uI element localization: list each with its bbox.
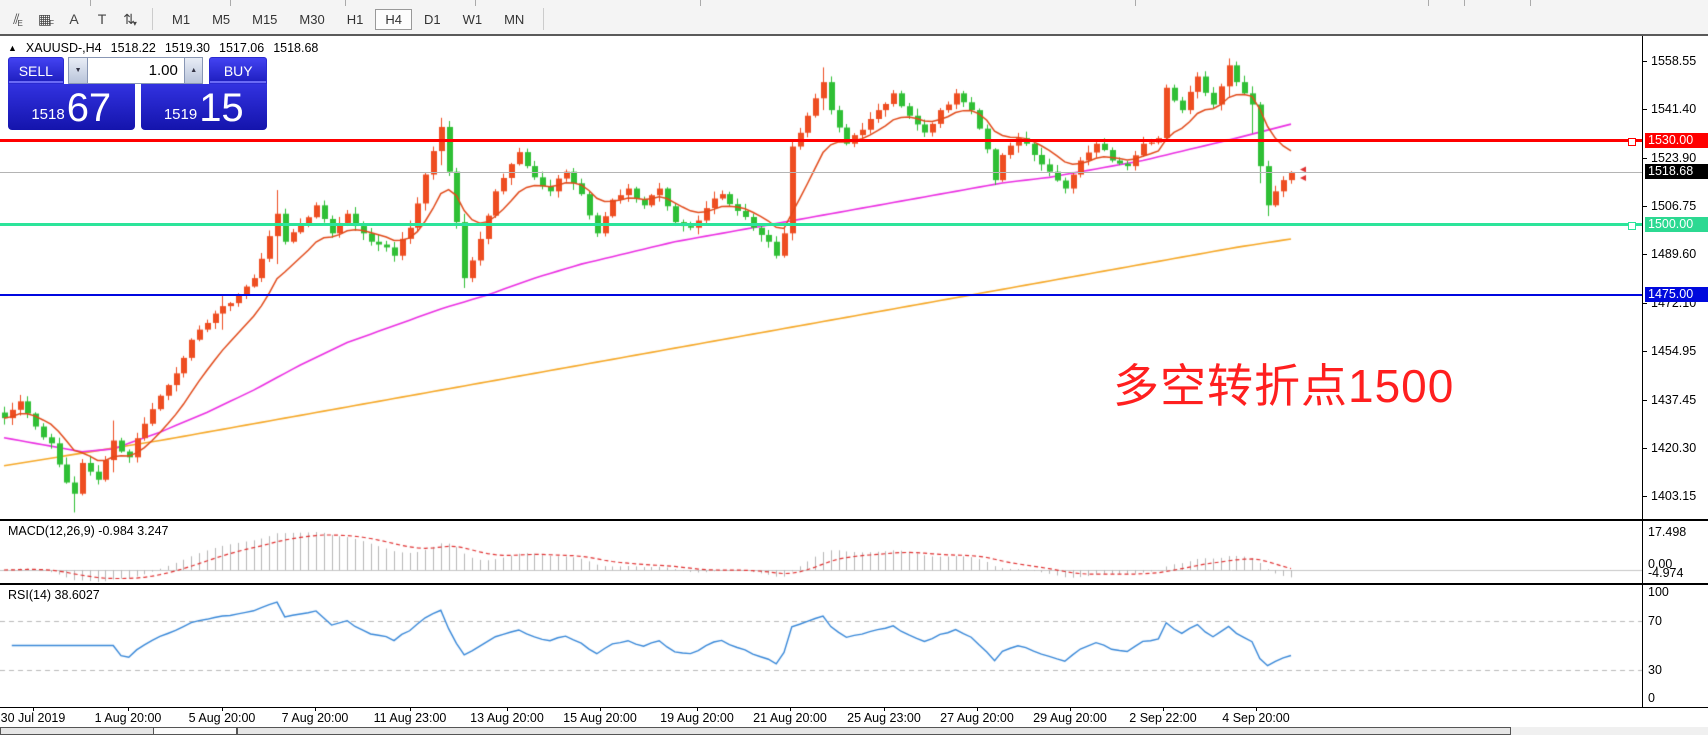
date-label: 21 Aug 20:00 bbox=[753, 711, 827, 725]
price-axis-label: 1437.45 bbox=[1651, 393, 1696, 407]
drawing-tools-group: ⫽E▦FAT⇅▾ bbox=[4, 8, 144, 30]
indicator-axis-label: -4.974 bbox=[1648, 566, 1683, 580]
rsi-label: RSI(14) 38.6027 bbox=[8, 588, 100, 602]
pivot-line-1500[interactable] bbox=[0, 223, 1642, 226]
window-top-tick bbox=[1428, 0, 1429, 6]
indicator-axis-label: 70 bbox=[1648, 614, 1662, 628]
indicator-axis-label: 0 bbox=[1648, 691, 1655, 705]
price-axis-label: 1541.40 bbox=[1651, 102, 1696, 116]
date-label: 27 Aug 20:00 bbox=[940, 711, 1014, 725]
price-axis-tick bbox=[1643, 351, 1647, 352]
arrows-tool-dropdown-icon[interactable]: ⇅▾ bbox=[116, 8, 144, 30]
timeframe-button-d1[interactable]: D1 bbox=[414, 9, 451, 30]
date-label: 30 Jul 2019 bbox=[1, 711, 66, 725]
timeframe-buttons-group: M1M5M15M30H1H4D1W1MN bbox=[161, 9, 535, 30]
macd-indicator-canvas[interactable] bbox=[0, 521, 1642, 583]
price-axis-tick bbox=[1643, 254, 1647, 255]
date-label: 11 Aug 23:00 bbox=[374, 711, 447, 725]
scrollbar-segment[interactable] bbox=[0, 727, 154, 735]
price-axis-tick bbox=[1643, 158, 1647, 159]
timeframe-button-w1[interactable]: W1 bbox=[453, 9, 493, 30]
textbox-tool-icon[interactable]: T bbox=[88, 8, 116, 30]
window-top-tick bbox=[1530, 0, 1531, 6]
price-level-badge: 1500.00 bbox=[1645, 217, 1708, 232]
macd-label: MACD(12,26,9) -0.984 3.247 bbox=[8, 524, 169, 538]
price-level-badge: 1530.00 bbox=[1645, 133, 1708, 148]
bottom-scrollbar[interactable] bbox=[0, 727, 1708, 735]
elliott-wave-tool-icon[interactable]: ⫽E bbox=[4, 8, 32, 30]
toolbar-separator bbox=[543, 8, 544, 30]
price-axis-tick bbox=[1643, 448, 1647, 449]
toolbar: ⫽E▦FAT⇅▾ M1M5M15M30H1H4D1W1MN bbox=[0, 0, 1708, 34]
date-label: 5 Aug 20:00 bbox=[189, 711, 256, 725]
date-label: 15 Aug 20:00 bbox=[563, 711, 637, 725]
price-axis-label: 1489.60 bbox=[1651, 247, 1696, 261]
price-axis-tick bbox=[1643, 303, 1647, 304]
price-axis-label: 1506.75 bbox=[1651, 199, 1696, 213]
price-level-badge: 1518.68 bbox=[1645, 164, 1708, 179]
current-price-line[interactable] bbox=[0, 172, 1642, 173]
price-axis-tick bbox=[1643, 496, 1647, 497]
date-label: 7 Aug 20:00 bbox=[282, 711, 349, 725]
text-label-tool-icon[interactable]: A bbox=[60, 8, 88, 30]
window-top-tick bbox=[230, 0, 231, 6]
price-axis-label: 1454.95 bbox=[1651, 344, 1696, 358]
date-label: 13 Aug 20:00 bbox=[470, 711, 544, 725]
timeframe-button-m30[interactable]: M30 bbox=[289, 9, 334, 30]
date-label: 19 Aug 20:00 bbox=[660, 711, 734, 725]
pane-separator[interactable] bbox=[0, 583, 1708, 585]
window-top-tick bbox=[1135, 0, 1136, 6]
indicator-axis-label: 100 bbox=[1648, 585, 1669, 599]
price-level-badge: 1475.00 bbox=[1645, 287, 1708, 302]
date-label: 1 Aug 20:00 bbox=[95, 711, 162, 725]
price-axis-tick bbox=[1643, 109, 1647, 110]
chart-text-annotation[interactable]: 多空转折点1500 bbox=[1113, 350, 1454, 416]
price-axis-border bbox=[1642, 36, 1643, 707]
window-top-tick bbox=[700, 0, 701, 6]
window-top-tick bbox=[90, 0, 91, 6]
indicator-axis-label: 17.498 bbox=[1648, 525, 1686, 539]
price-axis-label: 1403.15 bbox=[1651, 489, 1696, 503]
fibonacci-grid-tool-icon[interactable]: ▦F bbox=[32, 8, 60, 30]
resistance-line-1530[interactable] bbox=[0, 139, 1642, 142]
indicator-axis-label: 30 bbox=[1648, 663, 1662, 677]
date-label: 25 Aug 23:00 bbox=[847, 711, 921, 725]
timeframe-button-m5[interactable]: M5 bbox=[202, 9, 240, 30]
resistance-line-1530-handle[interactable] bbox=[1628, 138, 1636, 146]
date-label: 4 Sep 20:00 bbox=[1222, 711, 1289, 725]
timeframe-button-h4[interactable]: H4 bbox=[375, 9, 412, 30]
price-axis-label: 1420.30 bbox=[1651, 441, 1696, 455]
scrollbar-segment[interactable] bbox=[237, 727, 1511, 735]
timeframe-button-h1[interactable]: H1 bbox=[337, 9, 374, 30]
main-chart-canvas[interactable] bbox=[0, 36, 1642, 519]
pane-separator[interactable] bbox=[0, 519, 1708, 521]
window-top-tick bbox=[345, 0, 346, 6]
pivot-line-1500-handle[interactable] bbox=[1628, 222, 1636, 230]
window-top-tick bbox=[1464, 0, 1465, 6]
toolbar-separator bbox=[152, 8, 153, 30]
date-label: 29 Aug 20:00 bbox=[1033, 711, 1107, 725]
price-axis-tick bbox=[1643, 400, 1647, 401]
pane-separator bbox=[0, 707, 1708, 708]
support-line-1475[interactable] bbox=[0, 294, 1642, 296]
timeframe-button-m1[interactable]: M1 bbox=[162, 9, 200, 30]
window-top-tick bbox=[475, 0, 476, 6]
price-axis-label: 1558.55 bbox=[1651, 54, 1696, 68]
price-axis-tick bbox=[1643, 61, 1647, 62]
date-label: 2 Sep 22:00 bbox=[1129, 711, 1196, 725]
timeframe-button-m15[interactable]: M15 bbox=[242, 9, 287, 30]
scrollbar-segment[interactable] bbox=[153, 727, 237, 735]
timeframe-button-mn[interactable]: MN bbox=[494, 9, 534, 30]
rsi-indicator-canvas[interactable] bbox=[0, 585, 1642, 707]
window-top-ticks bbox=[0, 0, 1708, 6]
price-axis-tick bbox=[1643, 206, 1647, 207]
price-axis-label: 1523.90 bbox=[1651, 151, 1696, 165]
